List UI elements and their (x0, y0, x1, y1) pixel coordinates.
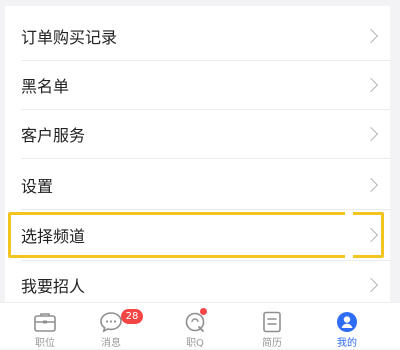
chevron-right-icon (363, 126, 379, 142)
briefcase-icon (34, 313, 56, 332)
chevron-right-icon (363, 28, 379, 44)
tab-label: 职Q (186, 338, 204, 349)
menu-item-label: 设置 (21, 177, 54, 196)
highlight-frame (8, 212, 384, 258)
message-count-badge: 28 (121, 309, 143, 324)
resume-icon (263, 311, 281, 333)
menu-item-blacklist[interactable]: 黑名单 (5, 61, 390, 109)
chevron-right-icon (363, 77, 379, 93)
menu-item-customer-service[interactable]: 客户服务 (5, 110, 390, 158)
menu-item-label: 客户服务 (21, 126, 86, 145)
highlight-gap (345, 255, 353, 260)
highlight-gap (345, 212, 353, 217)
chevron-right-icon (363, 277, 379, 293)
menu-item-order-history[interactable]: 订单购买记录 (5, 12, 390, 60)
user-avatar-icon (337, 312, 357, 332)
tab-resume[interactable]: 简历 (232, 303, 312, 350)
notification-dot (200, 308, 207, 315)
tab-mine[interactable]: 我的 (307, 303, 387, 350)
menu-item-label: 订单购买记录 (21, 28, 118, 47)
menu-item-settings[interactable]: 设置 (5, 161, 390, 209)
tab-zhiq[interactable]: 职Q (155, 303, 235, 350)
tab-label: 消息 (101, 338, 121, 349)
menu-item-label: 我要招人 (21, 277, 86, 296)
tab-label: 简历 (262, 338, 282, 349)
divider (21, 209, 390, 210)
menu-item-label: 黑名单 (21, 77, 70, 96)
chat-bubble-icon (100, 312, 122, 333)
tab-label: 我的 (337, 338, 357, 349)
divider (21, 158, 390, 159)
chevron-right-icon (363, 177, 379, 193)
